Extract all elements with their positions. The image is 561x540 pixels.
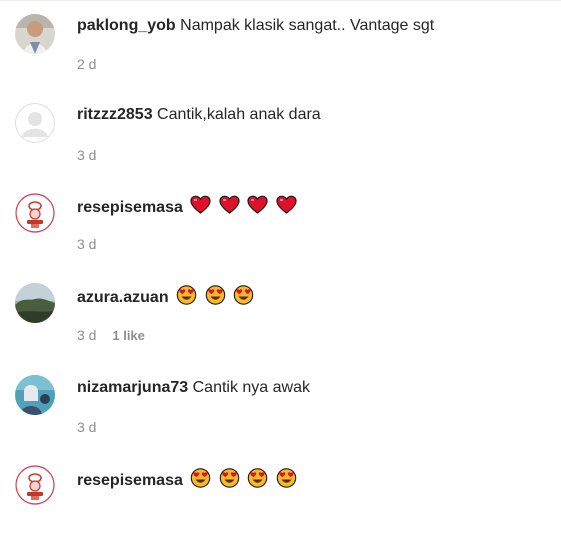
heart-eyes-emoji: [205, 285, 226, 305]
heart-eyes-emoji: [176, 285, 197, 305]
red-heart-emoji: [190, 195, 211, 215]
comment-timestamp[interactable]: 3 d: [77, 147, 96, 163]
heart-eyes-emoji: [233, 285, 254, 305]
comment-item: resepisemasa 3 d: [0, 180, 561, 270]
comment-timestamp[interactable]: 2 d: [77, 56, 96, 72]
comment-like-count[interactable]: 1 like: [112, 328, 145, 343]
heart-eyes-emoji: [190, 468, 211, 488]
red-heart-emoji: [276, 195, 297, 215]
comment-item: resepisemasa: [0, 450, 561, 540]
comment-item: nizamarjuna73 Cantik nya awak 3 d: [0, 360, 561, 450]
comment-timestamp[interactable]: 3 d: [77, 327, 96, 343]
comment-username[interactable]: azura.azuan: [77, 289, 169, 306]
comment-timestamp[interactable]: 3 d: [77, 419, 96, 435]
comment-timestamp[interactable]: 3 d: [77, 236, 96, 252]
heart-eyes-emoji: [219, 468, 240, 488]
comment-item: ritzzz2853 Cantik,kalah anak dara 3 d: [0, 90, 561, 180]
heart-eyes-emoji: [276, 468, 297, 488]
red-heart-emoji: [247, 195, 268, 215]
avatar-nizamarjuna73[interactable]: [15, 375, 55, 415]
comment-item: azura.azuan 3 d 1 like: [0, 270, 561, 360]
avatar-azura-azuan[interactable]: [15, 283, 55, 323]
avatar-resepisemasa[interactable]: [15, 465, 55, 505]
comment-username[interactable]: resepisemasa: [77, 199, 183, 216]
heart-eyes-emoji: [247, 468, 268, 488]
comment-username[interactable]: ritzzz2853: [77, 106, 153, 123]
avatar-resepisemasa[interactable]: [15, 193, 55, 233]
red-heart-emoji: [219, 195, 240, 215]
comment-username[interactable]: paklong_yob: [77, 17, 176, 34]
comment-username[interactable]: nizamarjuna73: [77, 379, 188, 396]
comment-text: Cantik nya awak: [192, 379, 310, 396]
comment-item: paklong_yob Nampak klasik sangat.. Vanta…: [0, 0, 561, 90]
avatar-paklong-yob[interactable]: [15, 14, 55, 54]
comment-username[interactable]: resepisemasa: [77, 472, 183, 489]
comment-text: Nampak klasik sangat.. Vantage sgt: [180, 17, 435, 34]
avatar-ritzzz2853[interactable]: [15, 103, 55, 143]
comment-text: Cantik,kalah anak dara: [157, 106, 321, 123]
